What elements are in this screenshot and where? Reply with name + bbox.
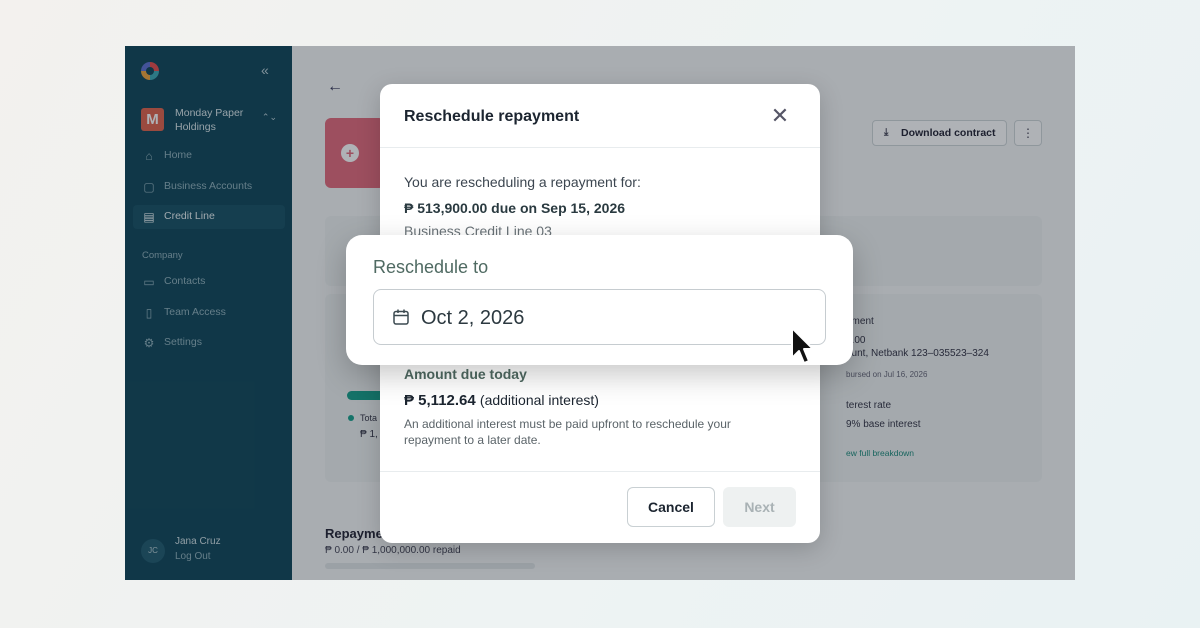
dialog-title: Reschedule repayment — [404, 108, 580, 125]
amount-due-today-figure: ₱ 5,112.64 — [404, 392, 476, 409]
divider — [380, 147, 820, 148]
calendar-icon — [393, 309, 409, 325]
reschedule-help-text: An additional interest must be paid upfr… — [404, 417, 731, 447]
reschedule-intro: You are rescheduling a repayment for: — [404, 174, 641, 190]
repayment-amount-due: ₱ 513,900.00 due on Sep 15, 2026 — [404, 200, 626, 216]
additional-interest-note: (additional interest) — [479, 392, 599, 408]
amount-due-today-label: Amount due today — [404, 366, 527, 382]
mouse-pointer-icon — [791, 327, 814, 364]
cancel-button[interactable]: Cancel — [627, 487, 715, 527]
divider — [380, 471, 820, 472]
amount-due-today-value: ₱ 5,112.64 (additional interest) — [404, 392, 599, 409]
reschedule-date-value: Oct 2, 2026 — [421, 307, 525, 329]
next-button[interactable]: Next — [723, 487, 796, 527]
reschedule-to-label: Reschedule to — [373, 257, 489, 277]
reschedule-date-input[interactable]: Oct 2, 2026 — [373, 289, 826, 345]
close-icon[interactable]: ✕ — [768, 104, 792, 128]
reschedule-to-card: Reschedule to Oct 2, 2026 — [346, 235, 853, 365]
